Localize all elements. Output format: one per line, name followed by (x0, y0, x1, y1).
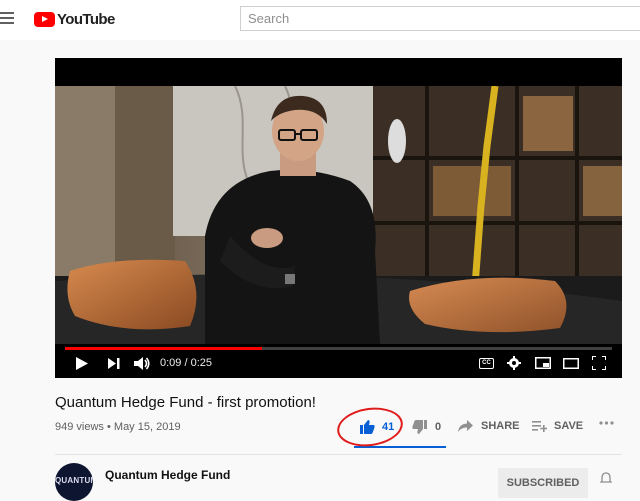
video-frame[interactable] (55, 86, 622, 344)
play-icon[interactable] (75, 356, 89, 371)
subscribe-button[interactable]: SUBSCRIBED (498, 468, 588, 498)
video-meta: 949 views • May 15, 2019 (55, 421, 181, 433)
share-icon (458, 420, 473, 432)
view-count: 949 views (55, 421, 104, 433)
next-icon[interactable] (108, 358, 120, 369)
captions-label: CC (482, 360, 491, 366)
save-label: SAVE (554, 420, 584, 432)
save-button[interactable]: SAVE (532, 420, 583, 432)
top-bar: YouTube (0, 0, 640, 40)
more-actions-button[interactable] (599, 421, 614, 425)
theater-icon[interactable] (563, 358, 579, 369)
captions-icon[interactable]: CC (479, 358, 494, 369)
meta-separator: • (106, 421, 111, 433)
video-thumbnail-scene (55, 86, 622, 344)
annotation-circle (334, 403, 406, 451)
video-title: Quantum Hedge Fund - first promotion! (55, 394, 316, 411)
logo-text: YouTube (57, 10, 115, 28)
playlist-add-icon (532, 421, 547, 432)
youtube-logo[interactable]: YouTube (34, 10, 115, 28)
share-button[interactable]: SHARE (458, 420, 520, 432)
youtube-play-logo-icon (34, 11, 55, 27)
share-label: SHARE (481, 420, 520, 432)
volume-icon[interactable] (134, 356, 150, 371)
thumbs-down-icon (412, 420, 427, 434)
video-player[interactable]: 0:09 / 0:25 CC (55, 58, 622, 378)
fullscreen-icon[interactable] (592, 356, 606, 370)
hamburger-icon[interactable] (0, 12, 14, 24)
notification-bell-icon[interactable] (600, 472, 612, 484)
divider (55, 454, 622, 455)
more-horizontal-icon (599, 421, 614, 425)
miniplayer-icon[interactable] (535, 357, 551, 369)
channel-avatar[interactable]: QUANTUM (55, 463, 93, 501)
channel-name[interactable]: Quantum Hedge Fund (105, 468, 230, 482)
time-display: 0:09 / 0:25 (160, 357, 212, 369)
dislike-count: 0 (435, 421, 442, 433)
upload-date: May 15, 2019 (113, 421, 181, 433)
dislike-button[interactable]: 0 (412, 420, 441, 434)
search-input[interactable] (240, 6, 640, 31)
settings-icon[interactable] (507, 356, 521, 370)
